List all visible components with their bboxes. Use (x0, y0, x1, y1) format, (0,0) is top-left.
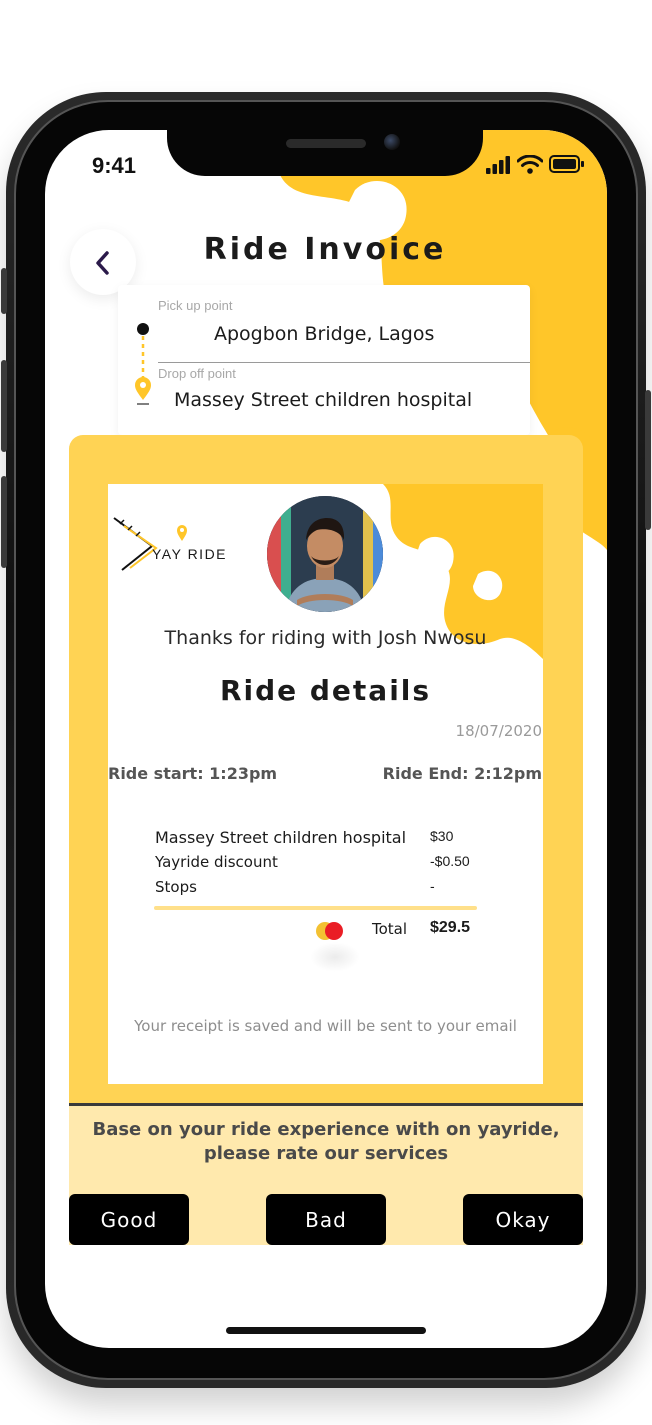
status-time: 9:41 (92, 153, 137, 178)
brand-logo-text: YAY RIDE (152, 546, 228, 562)
line-item-label: Massey Street children hospital (155, 828, 407, 847)
pickup-label: Pick up point (158, 298, 233, 313)
thanks-message: Thanks for riding with Josh Nwosu (164, 627, 487, 649)
yay-ride-logo-mark (113, 517, 158, 571)
route-line-icon (135, 323, 151, 405)
line-item-amount: $30 (430, 828, 454, 844)
power-button (645, 390, 651, 530)
battery-icon (549, 155, 584, 173)
notch (167, 128, 483, 176)
front-camera (384, 134, 400, 150)
line-item-amount: - (430, 878, 435, 894)
home-indicator[interactable] (226, 1327, 426, 1334)
total-label: Total (372, 920, 408, 938)
page-title: Ride Invoice (203, 232, 447, 267)
rate-good-button[interactable]: Good (69, 1194, 189, 1245)
mastercard-icon (316, 922, 343, 940)
volume-down-button (1, 476, 7, 568)
volume-switch (1, 268, 7, 314)
dropoff-field[interactable]: Massey Street children hospital (174, 389, 472, 411)
pickup-field[interactable]: Apogbon Bridge, Lagos (214, 323, 434, 345)
chevron-left-icon (96, 251, 109, 275)
line-item-label: Stops (155, 878, 197, 896)
ride-date: 18/07/2020 (455, 722, 542, 740)
rating-prompt: Base on your ride experience with on yay… (90, 1118, 562, 1166)
rate-bad-button[interactable]: Bad (266, 1194, 386, 1245)
driver-photo (267, 496, 383, 612)
total-amount: $29.5 (430, 919, 471, 936)
line-item-label: Yayride discount (155, 853, 278, 871)
rate-okay-button[interactable]: Okay (463, 1194, 583, 1245)
receipt-note: Your receipt is saved and will be sent t… (134, 1017, 517, 1035)
ride-end: Ride End: 2:12pm (382, 764, 542, 783)
total-separator (154, 906, 477, 910)
signal-icon (486, 156, 510, 174)
card-shadow (310, 942, 360, 972)
driver-avatar (267, 496, 383, 612)
rating-prompt-line: Base on your ride experience with on yay… (92, 1119, 560, 1140)
volume-up-button (1, 360, 7, 452)
speaker-grill (286, 139, 366, 148)
route-divider (158, 362, 530, 363)
dropoff-label: Drop off point (158, 366, 236, 381)
rating-prompt-line: please rate our services (203, 1143, 449, 1164)
line-item-amount: -$0.50 (430, 853, 470, 869)
ride-details-title: Ride details (219, 674, 432, 707)
location-pin-icon (177, 525, 187, 541)
ride-start: Ride start: 1:23pm (108, 764, 278, 783)
wifi-icon (517, 155, 543, 174)
